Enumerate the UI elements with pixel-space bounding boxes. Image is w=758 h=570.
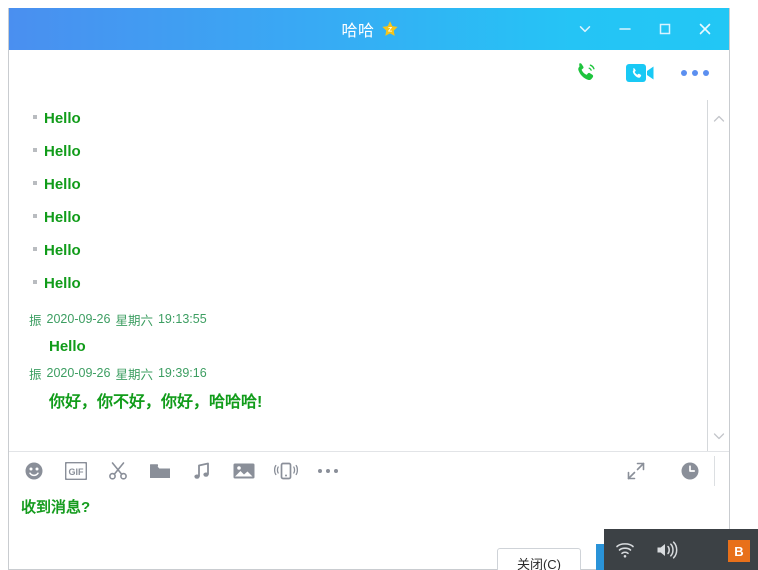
more-actions-icon[interactable] bbox=[681, 70, 709, 76]
list-item: Hello bbox=[9, 110, 709, 143]
bullet-marker bbox=[33, 115, 37, 119]
message-date: 2020-09-26 bbox=[46, 312, 111, 326]
wifi-icon[interactable] bbox=[604, 529, 646, 570]
bullet-marker bbox=[33, 280, 37, 284]
shake-phone-icon[interactable] bbox=[273, 458, 299, 484]
message-timestamp: 振 2020-09-26 星期六 19:13:55 bbox=[9, 308, 709, 330]
volume-icon[interactable] bbox=[646, 529, 688, 570]
message-text: Hello bbox=[49, 337, 86, 355]
scroll-down-icon[interactable] bbox=[711, 429, 727, 443]
action-row bbox=[9, 50, 729, 100]
vip-star-icon: Z bbox=[381, 20, 399, 38]
maximize-icon[interactable] bbox=[645, 8, 685, 50]
svg-text:GIF: GIF bbox=[69, 467, 85, 477]
voice-call-icon[interactable] bbox=[573, 60, 599, 86]
list-item: Hello bbox=[9, 330, 709, 362]
message-text: Hello bbox=[44, 209, 81, 226]
message-text: 你好，你不好，你好，哈哈哈! bbox=[49, 394, 263, 411]
list-item: Hello bbox=[9, 275, 709, 308]
message-time: 19:39:16 bbox=[157, 366, 207, 380]
message-text: Hello bbox=[44, 143, 81, 160]
message-list: Hello Hello Hello Hello Hello Hello 振 20… bbox=[9, 100, 709, 451]
chevron-down-icon[interactable] bbox=[565, 8, 605, 50]
sender-name: 振 bbox=[29, 367, 42, 382]
history-icon[interactable] bbox=[677, 458, 703, 484]
bullet-marker bbox=[33, 247, 37, 251]
minimize-icon[interactable] bbox=[605, 8, 645, 50]
message-text: Hello bbox=[44, 110, 81, 127]
message-text: Hello bbox=[44, 176, 81, 193]
more-tools-icon[interactable] bbox=[315, 458, 341, 484]
os-taskbar: B bbox=[604, 529, 758, 570]
message-text: Hello bbox=[44, 242, 81, 259]
message-timestamp: 振 2020-09-26 星期六 19:39:16 bbox=[9, 362, 709, 384]
svg-text:Z: Z bbox=[387, 27, 391, 34]
message-input[interactable]: 收到消息? bbox=[21, 496, 90, 517]
message-time: 19:13:55 bbox=[157, 312, 207, 326]
bullet-marker bbox=[33, 148, 37, 152]
message-date: 2020-09-26 bbox=[46, 366, 111, 380]
toolbar-separator bbox=[714, 456, 715, 486]
image-icon[interactable] bbox=[231, 458, 257, 484]
window-title: 哈哈 bbox=[341, 23, 375, 40]
list-item: 你好，你不好，你好，哈哈哈! bbox=[9, 384, 709, 416]
folder-icon[interactable] bbox=[147, 458, 173, 484]
chat-window: 哈哈 Z Hello Hello Hello Hello Hello Hello… bbox=[8, 8, 730, 570]
compose-toolbar: GIF bbox=[9, 452, 729, 490]
bullet-marker bbox=[33, 181, 37, 185]
message-weekday: 星期六 bbox=[115, 313, 153, 328]
action-icons-group bbox=[573, 60, 709, 86]
emoji-icon[interactable] bbox=[21, 458, 47, 484]
scissors-icon[interactable] bbox=[105, 458, 131, 484]
close-icon[interactable] bbox=[685, 8, 725, 50]
message-area: Hello Hello Hello Hello Hello Hello 振 20… bbox=[9, 100, 729, 451]
gif-icon[interactable]: GIF bbox=[63, 458, 89, 484]
message-weekday: 星期六 bbox=[115, 367, 153, 382]
video-call-icon[interactable] bbox=[625, 61, 655, 85]
scroll-up-icon[interactable] bbox=[711, 112, 727, 126]
title-bar[interactable]: 哈哈 Z bbox=[9, 8, 729, 50]
toolbar-left-group: GIF bbox=[21, 458, 341, 484]
toolbar-right-group bbox=[623, 458, 703, 484]
message-text: Hello bbox=[44, 275, 81, 292]
list-item: Hello bbox=[9, 143, 709, 176]
list-item: Hello bbox=[9, 176, 709, 209]
message-scrollbar[interactable] bbox=[707, 100, 729, 451]
bullet-marker bbox=[33, 214, 37, 218]
music-icon[interactable] bbox=[189, 458, 215, 484]
list-item: Hello bbox=[9, 209, 709, 242]
close-dialog-button[interactable]: 关闭(C) bbox=[497, 548, 581, 570]
expand-icon[interactable] bbox=[623, 458, 649, 484]
window-controls bbox=[565, 8, 725, 50]
list-item: Hello bbox=[9, 242, 709, 275]
screen: 哈哈 Z Hello Hello Hello Hello Hello Hello… bbox=[0, 0, 758, 570]
app-badge-icon[interactable]: B bbox=[728, 540, 750, 562]
sender-name: 振 bbox=[29, 313, 42, 328]
